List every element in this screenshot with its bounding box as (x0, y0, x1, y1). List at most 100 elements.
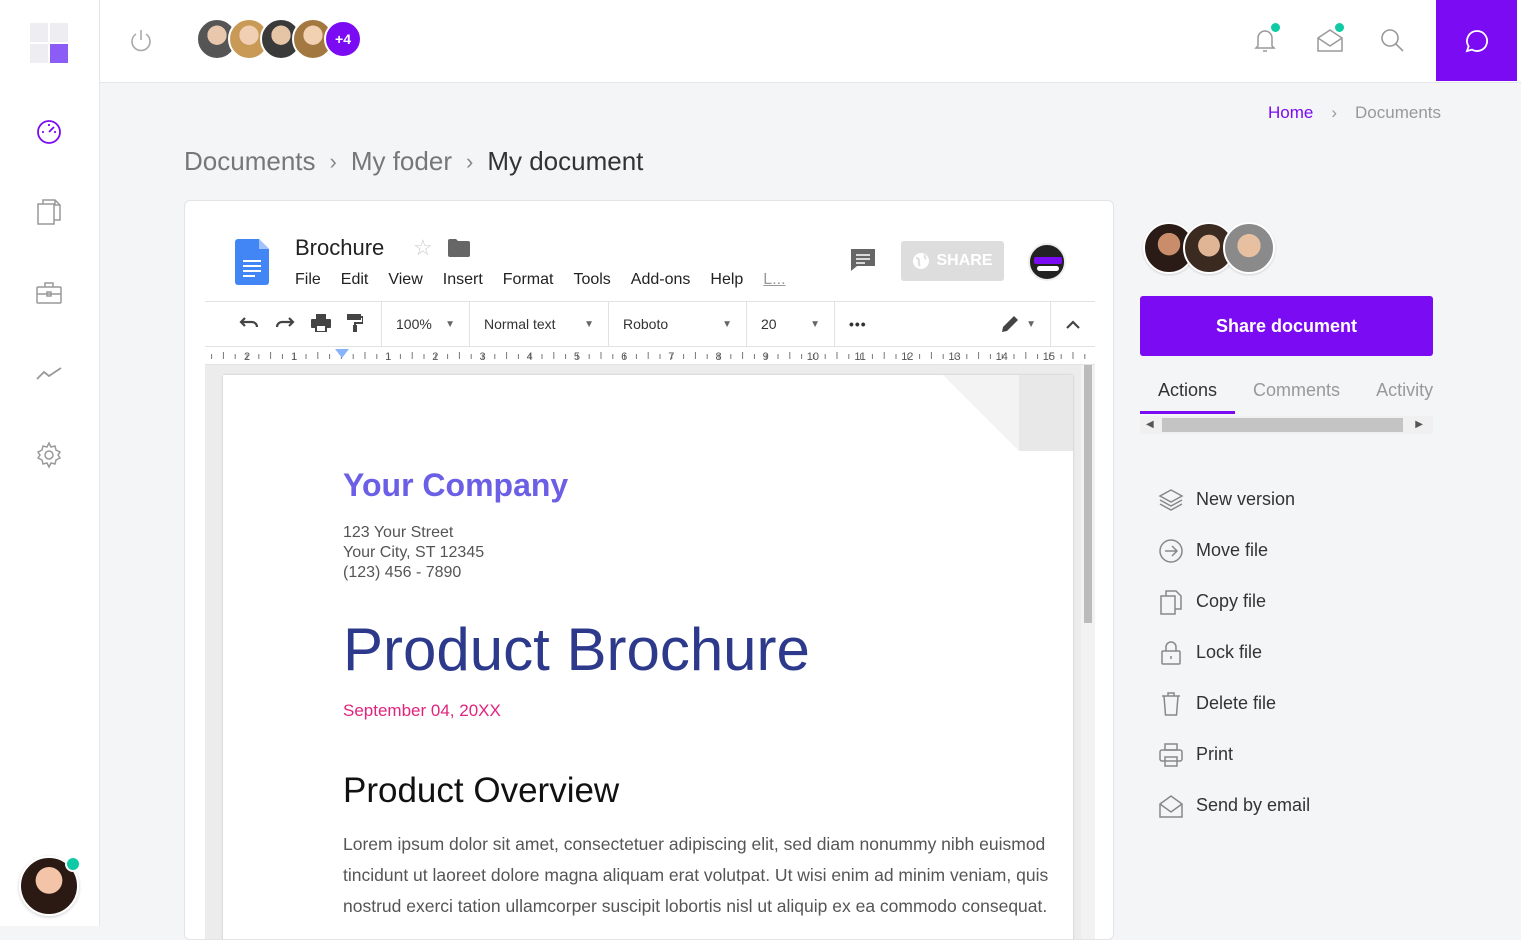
caret-down-icon: ▼ (445, 318, 455, 330)
envelope-icon (1158, 793, 1196, 819)
copy-icon (1158, 589, 1196, 615)
ruler-label: 15 (1043, 351, 1055, 363)
caret-down-icon: ▼ (722, 318, 732, 330)
action-print[interactable]: Print (1158, 729, 1418, 780)
user-avatar[interactable] (19, 856, 81, 916)
doc-share-button[interactable]: SHARE (901, 241, 1004, 281)
notification-dot (1335, 23, 1344, 32)
action-lock-file[interactable]: Lock file (1158, 627, 1418, 678)
menu-addons[interactable]: Add-ons (631, 271, 691, 289)
settings-icon[interactable] (34, 440, 64, 470)
doc-title[interactable]: Brochure (295, 235, 384, 261)
analytics-icon[interactable] (34, 358, 64, 388)
docs-file-icon[interactable] (235, 239, 269, 285)
ruler-label: 9 (763, 351, 769, 363)
tab-comments[interactable]: Comments (1235, 370, 1358, 414)
chevron-right-icon: › (1331, 103, 1338, 122)
comment-icon[interactable] (849, 247, 877, 278)
more-icon[interactable]: ••• (849, 316, 867, 332)
team-more-badge[interactable]: +4 (324, 20, 362, 58)
scrollbar-thumb[interactable] (1162, 418, 1403, 432)
action-copy-file[interactable]: Copy file (1158, 576, 1418, 627)
print-icon[interactable] (311, 313, 331, 335)
horizontal-scrollbar[interactable]: ◀ ▶ (1140, 416, 1433, 434)
toolbar-more: ••• ▼ (835, 302, 1051, 346)
power-icon[interactable] (128, 28, 154, 59)
trash-icon (1158, 691, 1196, 717)
breadcrumb-item[interactable]: Documents (184, 146, 316, 177)
tab-actions[interactable]: Actions (1140, 370, 1236, 414)
zoom-select[interactable]: 100% ▼ (382, 302, 470, 346)
toolbar-edit-group (205, 302, 382, 346)
font-size-select[interactable]: 20 ▼ (747, 302, 835, 346)
breadcrumb-home-link[interactable]: Home (1268, 103, 1313, 123)
caret-down-icon: ▼ (584, 318, 594, 330)
doc-header: Brochure ☆ File Edit View Insert Format … (205, 231, 1095, 301)
redo-icon[interactable] (275, 315, 295, 334)
account-avatar[interactable] (1028, 243, 1066, 281)
layers-icon (1158, 487, 1196, 513)
chat-button[interactable] (1436, 0, 1517, 81)
dashboard-icon[interactable] (34, 116, 64, 146)
scroll-right-arrow-icon[interactable]: ▶ (1415, 419, 1423, 430)
indent-marker[interactable] (335, 349, 349, 358)
doc-page[interactable]: Your Company 123 Your Street Your City, … (223, 375, 1073, 939)
search-icon[interactable] (1378, 26, 1408, 56)
chevron-right-icon: › (329, 148, 337, 174)
app-logo[interactable] (30, 23, 68, 63)
notification-dot (1271, 23, 1280, 32)
share-document-button[interactable]: Share document (1140, 296, 1433, 356)
ruler[interactable]: 2 1 1 2 3 4 5 6 7 8 9 10 11 12 13 14 15 (205, 347, 1095, 365)
printer-icon (1158, 742, 1196, 768)
menu-help[interactable]: Help (710, 271, 743, 289)
menu-edit[interactable]: Edit (341, 271, 369, 289)
collapse-toolbar-button[interactable] (1051, 302, 1095, 346)
font-select[interactable]: Roboto ▼ (609, 302, 747, 346)
folder-icon[interactable] (448, 239, 470, 262)
ruler-label: 10 (807, 351, 819, 363)
chevron-up-icon (1066, 320, 1080, 329)
style-select[interactable]: Normal text ▼ (470, 302, 609, 346)
breadcrumb-top: Home › Documents (1268, 103, 1441, 123)
shared-user-avatar[interactable] (1223, 222, 1275, 274)
ruler-label: 6 (621, 351, 627, 363)
action-move-file[interactable]: Move file (1158, 525, 1418, 576)
menu-format[interactable]: Format (503, 271, 554, 289)
ruler-label: 1 (291, 351, 297, 363)
tab-activity[interactable]: Activity (1358, 370, 1451, 414)
documents-icon[interactable] (34, 197, 64, 227)
scroll-left-arrow-icon[interactable]: ◀ (1146, 419, 1154, 430)
edit-mode-button[interactable]: ▼ (1000, 314, 1036, 334)
body-paragraph: Lorem ipsum dolor sit amet, consectetuer… (343, 834, 1049, 916)
menu-insert[interactable]: Insert (443, 271, 483, 289)
menu-last-edit[interactable]: L... (763, 271, 785, 289)
mail-icon[interactable] (1316, 23, 1346, 56)
sidebar (0, 0, 100, 926)
ruler-scale: 2 1 1 2 3 4 5 6 7 8 9 10 11 12 13 14 15 (211, 349, 1086, 363)
caret-down-icon: ▼ (810, 318, 820, 330)
menu-file[interactable]: File (295, 271, 321, 289)
menu-view[interactable]: View (388, 271, 422, 289)
briefcase-icon[interactable] (34, 278, 64, 308)
bell-icon[interactable] (1252, 23, 1282, 56)
action-delete-file[interactable]: Delete file (1158, 678, 1418, 729)
section-heading: Product Overview (343, 771, 620, 810)
doc-heading-title: Product Brochure (343, 616, 810, 683)
actions-list: New version Move file Copy file Lock fil… (1158, 474, 1418, 831)
chat-icon (1465, 29, 1488, 52)
panel-tabs: Actions Comments Activity (1140, 370, 1433, 414)
scrollbar-thumb[interactable] (1084, 365, 1092, 623)
ruler-label: 1 (385, 351, 391, 363)
undo-icon[interactable] (239, 315, 259, 334)
star-icon[interactable]: ☆ (413, 235, 433, 261)
menu-tools[interactable]: Tools (573, 271, 610, 289)
ruler-label: 2 (432, 351, 438, 363)
arrow-circle-icon (1158, 538, 1196, 564)
paint-format-icon[interactable] (347, 313, 364, 335)
doc-menu-bar: File Edit View Insert Format Tools Add-o… (295, 271, 786, 289)
company-name: Your Company (343, 467, 569, 503)
action-new-version[interactable]: New version (1158, 474, 1418, 525)
action-send-email[interactable]: Send by email (1158, 780, 1418, 831)
vertical-scrollbar[interactable] (1081, 365, 1095, 939)
breadcrumb-item[interactable]: My foder (351, 146, 452, 177)
